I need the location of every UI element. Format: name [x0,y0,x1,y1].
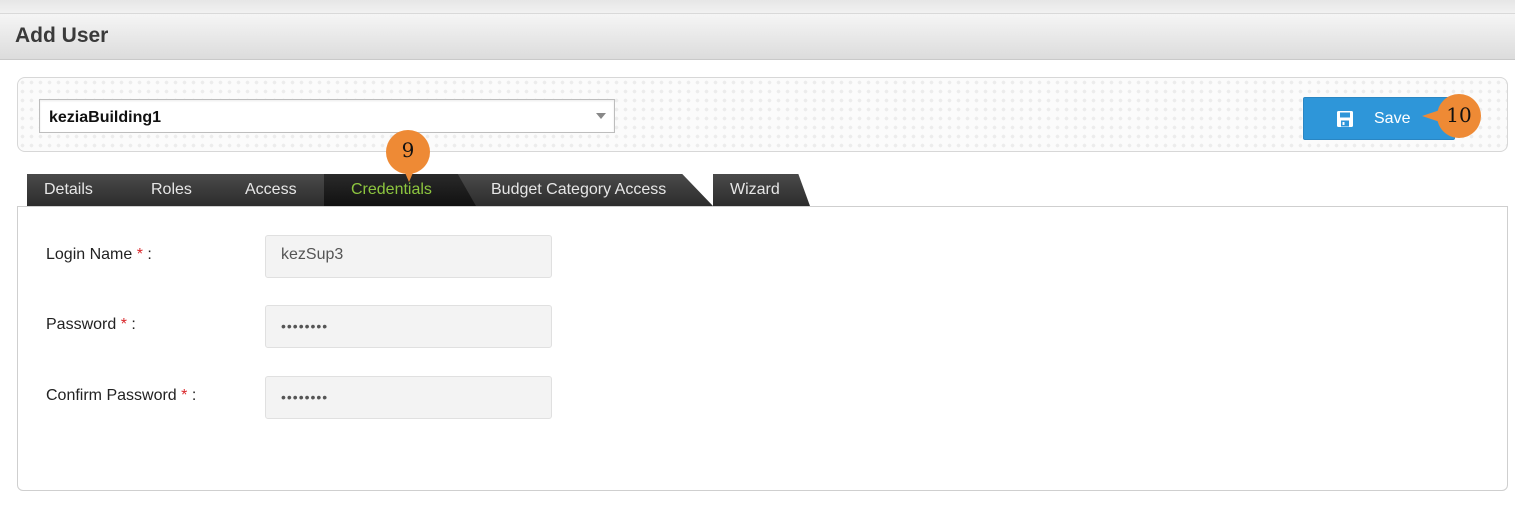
floppy-disk-icon [1337,111,1353,127]
callout-pointer [403,168,415,182]
tab-bar: Details Roles Access Budget Category Acc… [17,168,817,206]
required-marker: * [136,246,143,263]
step-callout-save: 10 [1437,94,1481,138]
building-select-value: keziaBuilding1 [49,109,162,126]
tab-label: Credentials [351,181,432,198]
required-marker: * [120,316,127,333]
login-name-label: Login Name * : [46,246,152,263]
required-marker: * [181,387,188,404]
password-label: Password * : [46,316,136,333]
tab-label: Budget Category Access [491,181,667,198]
tab-label: Roles [151,181,192,198]
login-name-field[interactable]: kezSup3 [265,235,552,278]
page-title: Add User [15,24,109,47]
password-field[interactable]: •••••••• [265,305,552,348]
confirm-password-label: Confirm Password * : [46,387,197,404]
confirm-password-field[interactable]: •••••••• [265,376,552,419]
tab-credentials[interactable]: Credentials [324,174,476,206]
chevron-down-icon [596,113,606,119]
page-header: Add User [0,14,1515,60]
building-select[interactable]: keziaBuilding1 [39,99,615,133]
tab-label: Details [44,181,93,198]
save-button-label: Save [1374,110,1411,127]
tab-label: Access [245,181,297,198]
credentials-panel [17,206,1508,491]
tab-budget-category-access[interactable]: Budget Category Access [457,174,713,206]
top-strip [0,0,1515,14]
tab-label: Wizard [730,181,780,198]
tab-wizard[interactable]: Wizard [713,174,810,206]
